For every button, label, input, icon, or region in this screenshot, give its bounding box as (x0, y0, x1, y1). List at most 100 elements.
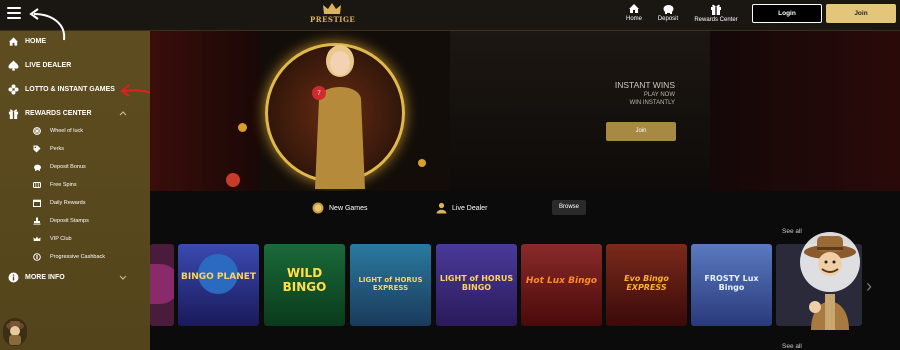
game-title: BINGO PLANET (180, 272, 257, 282)
prestige-logo[interactable]: PRESTIGE (310, 2, 356, 30)
casino-room-image (450, 31, 710, 191)
bingo-ball-image (226, 173, 240, 187)
game-tile-wild-bingo[interactable]: WILD BINGO (264, 244, 345, 326)
logo-text: PRESTIGE (310, 15, 356, 24)
sidebar-subitem-daily-rewards[interactable]: Daily Rewards (0, 195, 150, 211)
tab-new-games[interactable]: New Games (312, 202, 368, 216)
chevron-down-icon[interactable] (119, 275, 127, 280)
hero-title: INSTANT WINS (614, 80, 675, 90)
sidebar-subitem-label: Perks (50, 146, 65, 152)
sidebar-item-label: LOTTO & INSTANT GAMES (25, 86, 115, 93)
nav-rewards-label: Rewards Center (694, 17, 738, 23)
sidebar-subitem-label: Progressive Cashback (50, 254, 106, 260)
tab-live-dealer[interactable]: Live Dealer (436, 202, 487, 216)
casino-page: PRESTIGE Home Deposit Rewards Center Log… (0, 0, 900, 350)
hero-banner: 7 INSTANT WINS PLAY NOW WIN INSTANTLY Jo… (150, 31, 900, 191)
gift-icon (8, 109, 19, 119)
game-category-tabs: New Games Live Dealer Browse (150, 191, 900, 231)
spade-icon (8, 60, 19, 71)
game-title: Hot Lux Bingo (525, 276, 598, 286)
carousel-next-icon[interactable]: › (866, 276, 872, 297)
sidebar-item-label: REWARDS CENTER (25, 110, 92, 117)
nav-deposit-label: Deposit (657, 16, 679, 22)
info-icon (8, 272, 19, 283)
game-title: LIGHT of HORUS BINGO (439, 274, 514, 292)
nav-home[interactable]: Home (620, 3, 648, 29)
sidebar-item-label: LIVE DEALER (25, 62, 72, 69)
chevron-up-icon[interactable] (119, 111, 127, 116)
game-tile-hot-lux-bingo[interactable]: Hot Lux Bingo (521, 244, 602, 326)
game-title: Evo Bingo EXPRESS (624, 274, 669, 292)
sidebar: HOME LIVE DEALER LOTTO & INSTANT GAMES R… (0, 31, 150, 350)
hero-join-button[interactable]: Join (606, 122, 676, 141)
sidebar-item-home[interactable]: HOME (0, 33, 150, 51)
hamburger-menu-icon[interactable] (7, 7, 21, 19)
nav-rewards-center[interactable]: Rewards Center (690, 3, 742, 29)
detective-avatar[interactable] (3, 318, 27, 346)
sidebar-item-more-info[interactable]: MORE INFO (0, 269, 150, 287)
sidebar-item-rewards-center[interactable]: REWARDS CENTER (0, 105, 150, 123)
tab-browse[interactable]: Browse (552, 200, 586, 215)
game-tile-bingo-planet[interactable]: BINGO PLANET (178, 244, 259, 326)
curtain-right-image (710, 31, 900, 191)
login-button[interactable]: Login (752, 4, 822, 23)
game-tile-light-of-horus-bingo[interactable]: LIGHT of HORUS BINGO (436, 244, 517, 326)
tab-label: Live Dealer (452, 204, 488, 212)
sidebar-subitem-free-spins[interactable]: Free Spins (0, 177, 150, 193)
clover-icon (8, 84, 19, 95)
nav-home-label: Home (625, 16, 642, 22)
sidebar-item-lotto-instant-games[interactable]: LOTTO & INSTANT GAMES (0, 81, 150, 99)
game-tile-light-of-horus-express[interactable]: LIGHT of HORUS EXPRESS (350, 244, 431, 326)
bingo-ball-image (418, 159, 426, 167)
calendar-icon (33, 199, 41, 207)
stamp-icon (33, 217, 41, 225)
game-title: WILD BINGO (282, 266, 327, 294)
sidebar-subitem-label: Daily Rewards (50, 200, 86, 206)
hero-subtitle: WIN INSTANTLY (629, 100, 675, 106)
presenter-image: 7 (312, 45, 365, 189)
curtain-left-image (150, 31, 260, 191)
top-bar: PRESTIGE Home Deposit Rewards Center Log… (0, 0, 900, 31)
game-title: LIGHT of HORUS EXPRESS (358, 276, 423, 292)
nav-deposit[interactable]: Deposit (654, 3, 682, 29)
see-all-link[interactable]: See all (782, 343, 802, 350)
sidebar-subitem-label: VIP Club (50, 236, 72, 242)
home-icon (629, 4, 639, 13)
tab-label: New Games (329, 204, 368, 212)
hero-text: INSTANT WINS PLAY NOW WIN INSTANTLY (605, 80, 675, 106)
sidebar-subitem-label: Free Spins (50, 182, 77, 188)
game-tile-1[interactable] (150, 244, 174, 326)
coin-icon (312, 202, 324, 214)
spins-icon (33, 182, 41, 188)
sidebar-subitem-label: Wheel of luck (50, 128, 84, 134)
hero-subtitle: PLAY NOW (643, 92, 675, 98)
sidebar-subitem-deposit-bonus[interactable]: Deposit Bonus (0, 159, 150, 175)
piggy-bank-icon (34, 164, 41, 171)
sidebar-subitem-deposit-stamps[interactable]: Deposit Stamps (0, 213, 150, 229)
home-icon (8, 37, 19, 46)
detective-avatar-icon (6, 321, 24, 345)
gift-icon (711, 4, 721, 15)
game-tile-evo-bingo-express[interactable]: Evo Bingo EXPRESS (606, 244, 687, 326)
sidebar-subitem-perks[interactable]: Perks (0, 141, 150, 157)
sidebar-subitem-label: Deposit Bonus (50, 164, 86, 170)
sidebar-subitem-progressive-cashback[interactable]: Progressive Cashback (0, 249, 150, 265)
wheel-icon (33, 127, 41, 135)
crown-icon (323, 3, 341, 14)
sidebar-subitem-vip-club[interactable]: VIP Club (0, 231, 150, 247)
dealer-icon (436, 202, 447, 214)
piggy-bank-icon (663, 5, 673, 14)
join-button[interactable]: Join (826, 4, 896, 23)
sidebar-item-live-dealer[interactable]: LIVE DEALER (0, 57, 150, 75)
cashback-icon (33, 253, 41, 261)
tag-icon (33, 145, 41, 153)
sidebar-subitem-wheel-of-luck[interactable]: Wheel of luck (0, 123, 150, 139)
crown-icon (33, 236, 41, 241)
game-title: FROSTY Lux Bingo (704, 274, 759, 292)
sidebar-item-label: MORE INFO (25, 274, 65, 281)
sidebar-subitem-label: Deposit Stamps (50, 218, 89, 224)
game-tile-frosty-lux-bingo[interactable]: FROSTY Lux Bingo (691, 244, 772, 326)
sidebar-item-label: HOME (25, 38, 46, 45)
detective-mascot-image (800, 232, 860, 330)
bingo-ball-image (238, 123, 247, 132)
